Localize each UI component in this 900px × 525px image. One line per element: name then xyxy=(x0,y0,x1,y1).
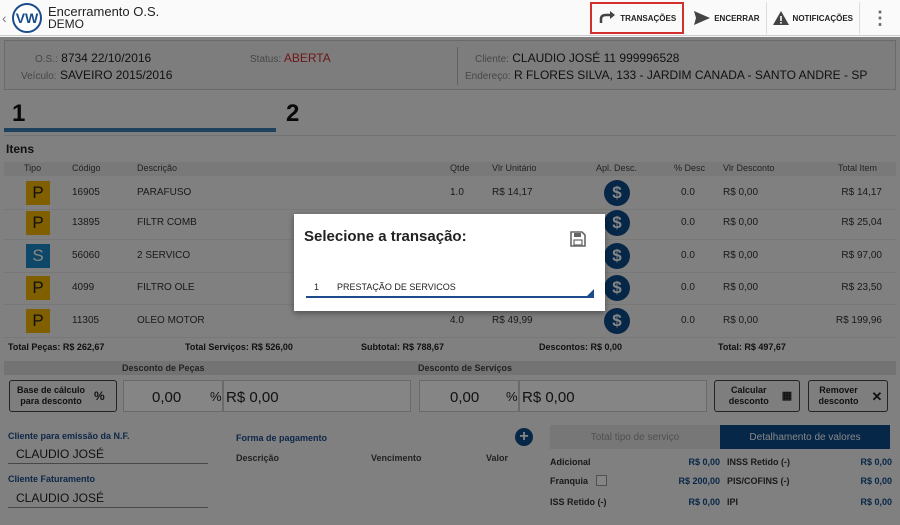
overflow-menu-icon[interactable]: ⋮ xyxy=(860,8,900,29)
save-icon[interactable] xyxy=(570,231,586,247)
app-title-block: Encerramento O.S. DEMO xyxy=(48,5,159,31)
toolbar-actions: TRANSAÇÕES ENCERRAR NOTIFICAÇÕES ⋮ xyxy=(590,0,900,36)
encerrar-label: ENCERRAR xyxy=(714,13,760,23)
transacao-select[interactable]: 1 PRESTAÇÃO DE SERVICOS xyxy=(306,276,594,298)
dropdown-arrow-icon xyxy=(587,289,594,296)
app-subtitle: DEMO xyxy=(48,16,84,31)
encerrar-button[interactable]: ENCERRAR xyxy=(688,2,767,34)
transacao-dialog: Selecione a transação: 1 PRESTAÇÃO DE SE… xyxy=(294,214,605,311)
option-number: 1 xyxy=(314,282,320,292)
back-chevron-icon[interactable]: ‹ xyxy=(2,10,10,26)
transacoes-button[interactable]: TRANSAÇÕES xyxy=(590,2,685,34)
app-title: Encerramento O.S. xyxy=(48,3,160,19)
dialog-title: Selecione a transação: xyxy=(304,228,467,245)
app-bar: ‹ VW Encerramento O.S. DEMO TRANSAÇÕES E… xyxy=(0,0,900,36)
vw-logo: VW xyxy=(12,2,42,33)
warning-icon xyxy=(772,11,789,25)
transacoes-label: TRANSAÇÕES xyxy=(620,13,677,23)
notificacoes-label: NOTIFICAÇÕES xyxy=(792,13,853,23)
notificacoes-button[interactable]: NOTIFICAÇÕES xyxy=(767,2,860,34)
redo-arrow-icon xyxy=(599,11,616,23)
send-icon xyxy=(694,11,711,25)
option-label: PRESTAÇÃO DE SERVICOS xyxy=(337,282,456,292)
